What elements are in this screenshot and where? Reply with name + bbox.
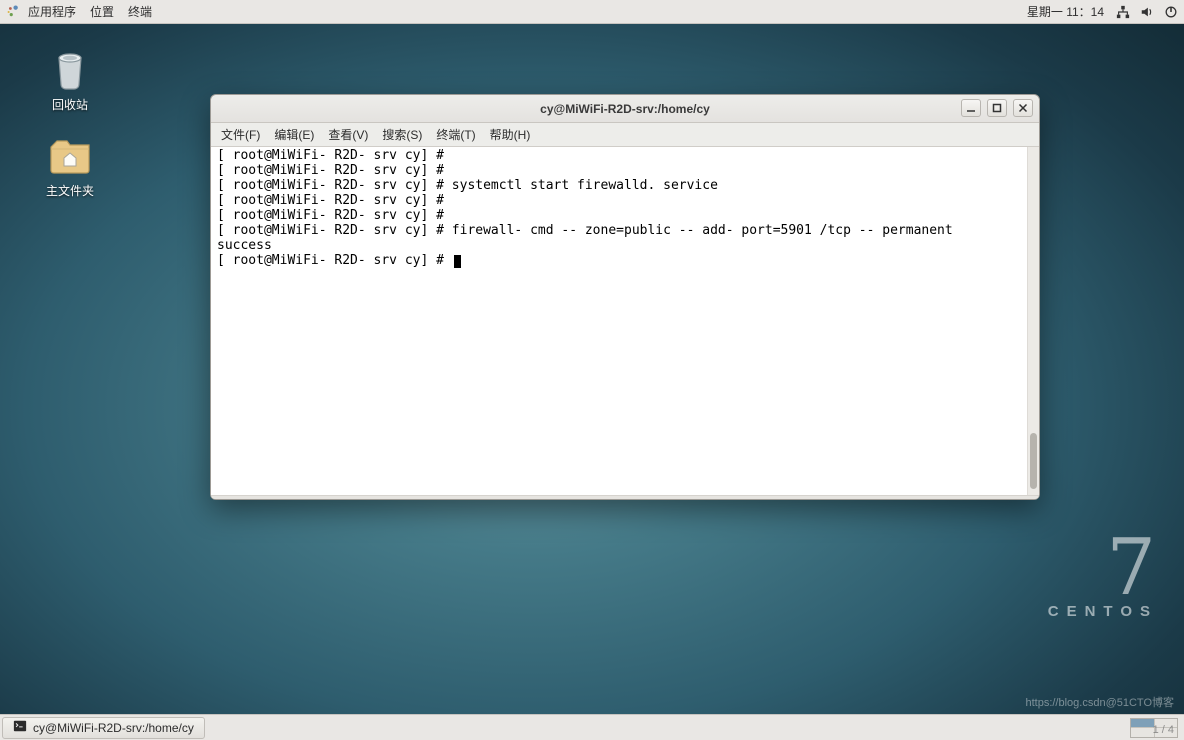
menu-file[interactable]: 文件(F) xyxy=(221,126,260,143)
terminal-output[interactable]: [ root@MiWiFi- R2D- srv cy] # [ root@MiW… xyxy=(211,147,1039,495)
desktop-home-label: 主文件夹 xyxy=(30,182,110,199)
window-title: cy@MiWiFi-R2D-srv:/home/cy xyxy=(540,102,710,116)
menu-applications[interactable]: 应用程序 xyxy=(28,3,76,20)
source-watermark: https://blog.csdn@51CTO博客 xyxy=(1025,694,1174,710)
top-panel: 应用程序 位置 终端 星期一 11：14 xyxy=(0,0,1184,24)
window-maximize-button[interactable] xyxy=(987,99,1007,117)
menu-terminal[interactable]: 终端 xyxy=(128,3,152,20)
page-indicator: 1 / 4 xyxy=(1153,724,1174,736)
desktop-home[interactable]: 主文件夹 xyxy=(30,130,110,199)
terminal-line: [ root@MiWiFi- R2D- srv cy] # xyxy=(217,208,444,223)
power-icon[interactable] xyxy=(1164,5,1178,19)
terminal-line: [ root@MiWiFi- R2D- srv cy] # firewall- … xyxy=(217,223,953,238)
home-folder-icon xyxy=(46,130,94,178)
centos-name: CENTOS xyxy=(1048,603,1158,620)
centos-version: 7 xyxy=(1048,535,1158,601)
window-footer xyxy=(211,495,1039,499)
workspace-1[interactable] xyxy=(1131,719,1154,728)
terminal-line: [ root@MiWiFi- R2D- srv cy] # xyxy=(217,193,444,208)
taskbar-task-label: cy@MiWiFi-R2D-srv:/home/cy xyxy=(33,721,194,735)
network-icon[interactable] xyxy=(1116,5,1130,19)
terminal-line: [ root@MiWiFi- R2D- srv cy] # xyxy=(217,148,444,163)
clock[interactable]: 星期一 11：14 xyxy=(1027,3,1104,20)
desktop-trash-label: 回收站 xyxy=(30,96,110,113)
terminal-prompt: [ root@MiWiFi- R2D- srv cy] # xyxy=(217,253,452,268)
window-close-button[interactable] xyxy=(1013,99,1033,117)
terminal-cursor xyxy=(454,255,461,268)
menu-help[interactable]: 帮助(H) xyxy=(490,126,531,143)
bottom-panel: cy@MiWiFi-R2D-srv:/home/cy 1 / 4 xyxy=(0,714,1184,740)
terminal-line: [ root@MiWiFi- R2D- srv cy] # xyxy=(217,163,444,178)
gnome-foot-icon xyxy=(6,5,20,19)
menu-terminal[interactable]: 终端(T) xyxy=(436,126,475,143)
scrollbar-thumb[interactable] xyxy=(1030,433,1037,489)
terminal-scrollbar[interactable] xyxy=(1027,147,1039,495)
window-titlebar[interactable]: cy@MiWiFi-R2D-srv:/home/cy xyxy=(211,95,1039,123)
menu-edit[interactable]: 编辑(E) xyxy=(274,126,314,143)
terminal-line: [ root@MiWiFi- R2D- srv cy] # systemctl … xyxy=(217,178,718,193)
menu-places[interactable]: 位置 xyxy=(90,3,114,20)
system-tray: 星期一 11：14 xyxy=(1027,3,1178,20)
terminal-line: success xyxy=(217,238,272,253)
window-minimize-button[interactable] xyxy=(961,99,981,117)
workspace-3[interactable] xyxy=(1131,728,1154,737)
terminal-menubar: 文件(F) 编辑(E) 查看(V) 搜索(S) 终端(T) 帮助(H) xyxy=(211,123,1039,147)
centos-branding: 7 CENTOS xyxy=(1048,535,1158,620)
desktop-trash[interactable]: 回收站 xyxy=(30,44,110,113)
menu-view[interactable]: 查看(V) xyxy=(328,126,368,143)
terminal-window: cy@MiWiFi-R2D-srv:/home/cy 文件(F) 编辑(E) 查… xyxy=(210,94,1040,500)
trash-icon xyxy=(46,44,94,92)
top-panel-menus: 应用程序 位置 终端 xyxy=(28,3,152,20)
volume-icon[interactable] xyxy=(1140,5,1154,19)
taskbar-task-terminal[interactable]: cy@MiWiFi-R2D-srv:/home/cy xyxy=(2,717,205,739)
menu-search[interactable]: 搜索(S) xyxy=(382,126,422,143)
terminal-task-icon xyxy=(13,719,27,736)
